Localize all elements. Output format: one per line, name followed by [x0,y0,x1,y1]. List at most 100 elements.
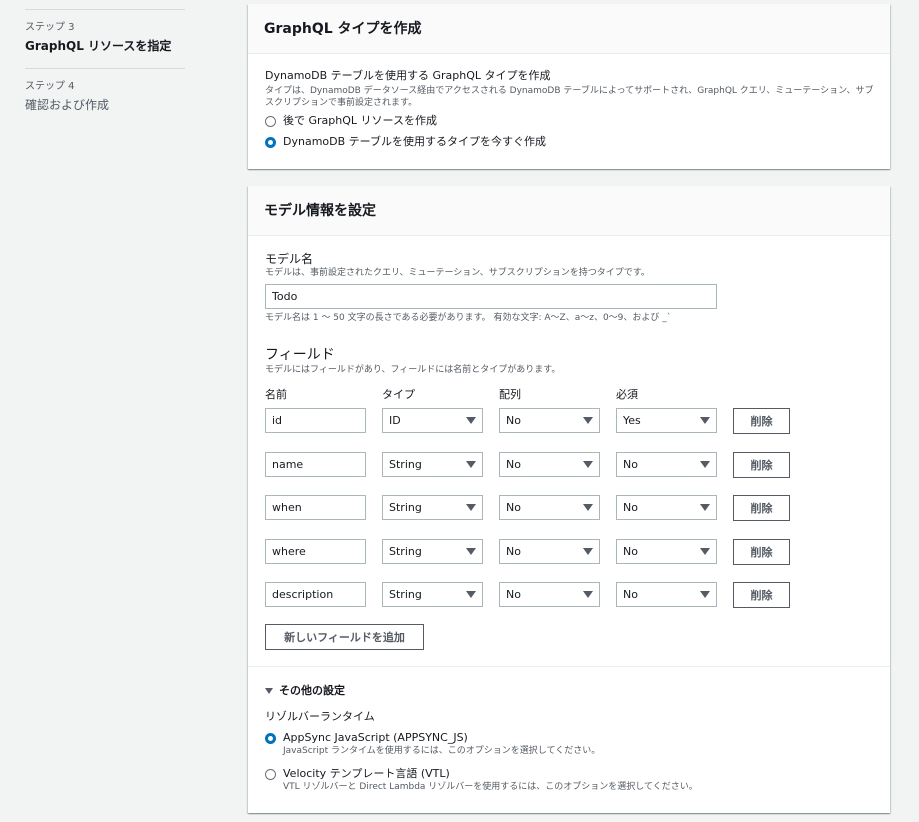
radio-label: DynamoDB テーブルを使用するタイプを今すぐ作成 [283,135,546,148]
select-value: No [623,501,638,514]
radio-label: AppSync JavaScript (APPSYNC_JS) [283,731,468,744]
runtime-js-description: JavaScript ランタイムを使用するには、このオプションを選択してください… [283,746,601,756]
radio-runtime-js[interactable]: AppSync JavaScript (APPSYNC_JS) [265,731,875,745]
model-name-description: モデルは、事前設定されたクエリ、ミューテーション、サブスクリプションを持つタイプ… [265,268,650,278]
radio-button[interactable] [265,115,276,127]
select-value: No [623,588,638,601]
caret-down-icon [583,591,593,598]
sidebar-step-4[interactable]: ステップ 4 確認および作成 [25,69,185,113]
delete-field-button[interactable]: 削除 [733,452,790,478]
graphql-type-panel: GraphQL タイプを作成 DynamoDB テーブルを使用する GraphQ… [248,4,890,169]
select-value: String [389,545,422,558]
field-name-input[interactable]: description [265,582,366,607]
panel-header: モデル情報を設定 [248,186,890,236]
field-array-select[interactable]: No [499,495,600,520]
sidebar-step-3[interactable]: ステップ 3 GraphQL リソースを指定 [25,10,185,54]
select-value: No [506,588,521,601]
caret-down-icon [466,548,476,555]
step-title: GraphQL リソースを指定 [25,39,172,53]
radio-label: Velocity テンプレート言語 (VTL) [283,767,450,780]
delete-field-button[interactable]: 削除 [733,495,790,521]
field-type-select[interactable]: String [382,582,483,607]
delete-field-button[interactable]: 削除 [733,539,790,565]
delete-field-button[interactable]: 削除 [733,408,790,434]
select-value: String [389,588,422,601]
field-type-select[interactable]: ID [382,408,483,433]
select-value: ID [389,414,401,427]
step-number: ステップ 4 [25,81,75,92]
select-value: No [623,458,638,471]
field-name-input[interactable]: where [265,539,366,564]
graphql-type-description: タイプは、DynamoDB データソース経由でアクセスされる DynamoDB … [265,86,874,108]
caret-down-icon [466,591,476,598]
radio-label: 後で GraphQL リソースを作成 [283,114,437,127]
select-value: No [623,545,638,558]
radio-create-now[interactable]: DynamoDB テーブルを使用するタイプを今すぐ作成 [265,135,875,149]
field-array-select[interactable]: No [499,408,600,433]
wizard-sidebar: ステップ 3 GraphQL リソースを指定 ステップ 4 確認および作成 [25,0,185,113]
panel-title: モデル情報を設定 [264,203,376,219]
caret-down-icon [700,461,710,468]
field-name-input[interactable]: id [265,408,366,433]
resolver-runtime-label: リゾルバーランタイム [265,710,375,723]
caret-down-icon [265,688,273,694]
select-value: Yes [623,414,641,427]
step-number: ステップ 3 [25,22,75,33]
field-array-select[interactable]: No [499,539,600,564]
field-required-select[interactable]: Yes [616,408,717,433]
caret-down-icon [466,417,476,424]
select-value: No [506,414,521,427]
caret-down-icon [466,504,476,511]
column-header-required: 必須 [616,388,638,401]
field-type-select[interactable]: String [382,539,483,564]
radio-button[interactable] [265,732,276,744]
model-name-input[interactable]: Todo [265,284,717,309]
field-type-select[interactable]: String [382,495,483,520]
caret-down-icon [583,417,593,424]
select-value: String [389,458,422,471]
field-array-select[interactable]: No [499,582,600,607]
select-value: No [506,545,521,558]
field-type-select[interactable]: String [382,452,483,477]
section-divider [248,666,890,667]
field-required-select[interactable]: No [616,539,717,564]
column-header-type: タイプ [382,388,415,401]
model-info-panel: モデル情報を設定 モデル名 モデルは、事前設定されたクエリ、ミューテーション、サ… [248,186,890,813]
radio-button[interactable] [265,136,276,148]
radio-create-later[interactable]: 後で GraphQL リソースを作成 [265,114,875,128]
panel-header: GraphQL タイプを作成 [248,4,890,54]
caret-down-icon [583,548,593,555]
caret-down-icon [466,461,476,468]
caret-down-icon [583,504,593,511]
caret-down-icon [700,591,710,598]
model-name-hint: モデル名は 1 ～ 50 文字の長さである必要があります。 有効な文字: A～Z… [265,313,672,323]
radio-button[interactable] [265,768,276,780]
model-name-label: モデル名 [265,252,314,266]
delete-field-button[interactable]: 削除 [733,582,790,608]
other-settings-toggle[interactable]: その他の設定 [265,682,345,698]
select-value: String [389,501,422,514]
add-field-button[interactable]: 新しいフィールドを追加 [265,624,424,650]
radio-runtime-vtl[interactable]: Velocity テンプレート言語 (VTL) [265,767,875,781]
caret-down-icon [700,504,710,511]
column-header-array: 配列 [499,388,521,401]
fields-heading: フィールド [265,347,335,363]
caret-down-icon [700,548,710,555]
field-required-select[interactable]: No [616,495,717,520]
select-value: No [506,501,521,514]
select-value: No [506,458,521,471]
panel-title: GraphQL タイプを作成 [264,21,422,37]
field-name-input[interactable]: when [265,495,366,520]
field-name-input[interactable]: name [265,452,366,477]
column-header-name: 名前 [265,388,287,401]
fields-description: モデルにはフィールドがあり、フィールドには名前とタイプがあります。 [265,365,561,375]
runtime-vtl-description: VTL リゾルバーと Direct Lambda リゾルバーを使用するには、この… [283,782,698,792]
caret-down-icon [700,417,710,424]
field-array-select[interactable]: No [499,452,600,477]
field-required-select[interactable]: No [616,452,717,477]
caret-down-icon [583,461,593,468]
field-required-select[interactable]: No [616,582,717,607]
graphql-type-label: DynamoDB テーブルを使用する GraphQL タイプを作成 [265,69,551,82]
other-settings-label: その他の設定 [279,684,345,697]
step-title: 確認および作成 [25,98,110,112]
